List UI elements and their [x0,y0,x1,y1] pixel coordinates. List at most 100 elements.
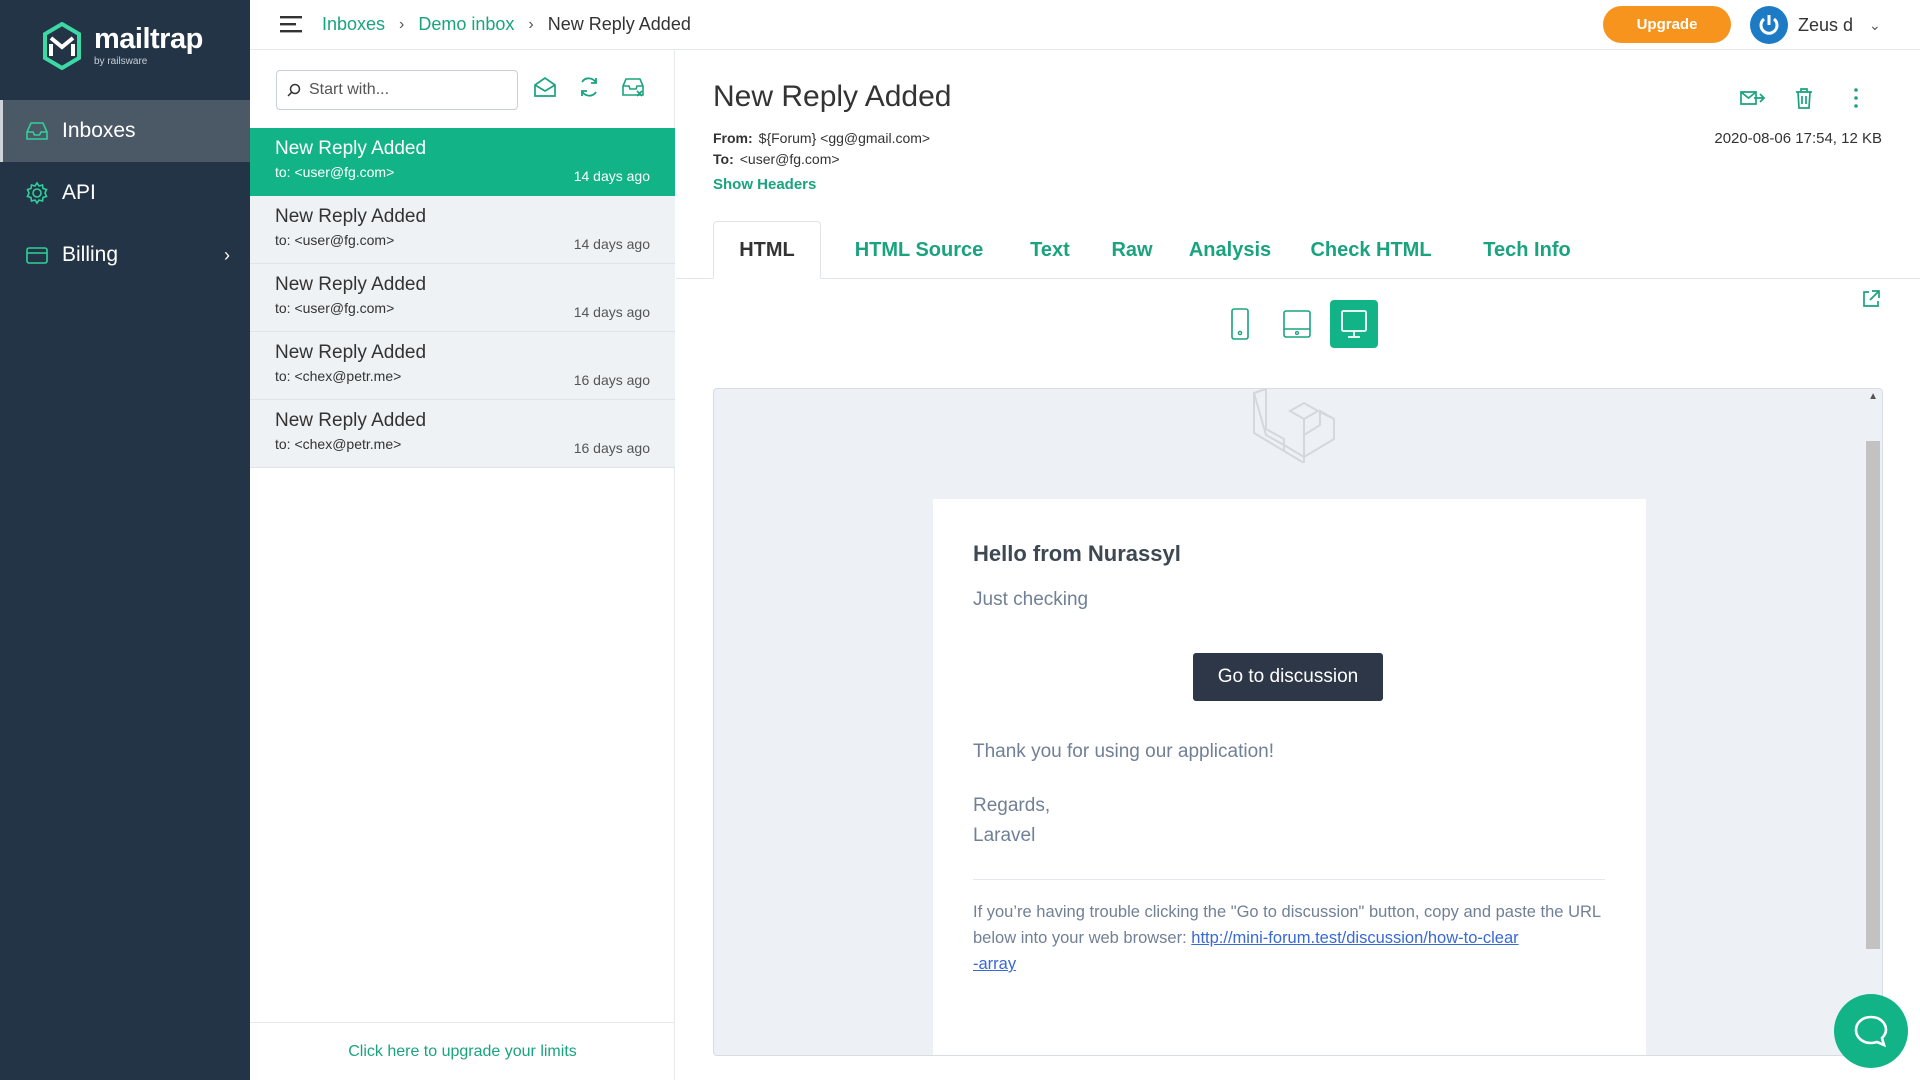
card-icon [26,247,48,264]
list-item[interactable]: New Reply Added to: <chex@petr.me> 16 da… [250,332,675,400]
chat-bubble-icon [1854,1015,1888,1048]
breadcrumb-inboxes[interactable]: Inboxes [322,14,385,35]
desktop-view-button[interactable] [1330,300,1378,348]
tablet-icon [1283,310,1311,338]
phone-icon [1231,308,1249,340]
email-body-card: Hello from Nurassyl Just checking Go to … [933,499,1646,1055]
inbox-icon [26,122,48,140]
email-signoff: Regards, Laravel [973,791,1050,851]
brand-name: mailtrap [94,23,203,55]
email-line: Just checking [973,589,1089,610]
tab-raw[interactable]: Raw [1100,221,1164,279]
to-label: To: [713,151,734,167]
url-part-2: -array [973,955,1017,973]
breadcrumb-separator: › [399,15,405,33]
sidebar-item-api[interactable]: API [0,162,250,224]
tab-analysis[interactable]: Analysis [1180,221,1280,279]
forward-icon[interactable] [1738,84,1766,112]
sidebar-item-label: API [62,181,96,204]
message-subject: New Reply Added [713,80,952,113]
sidebar-item-label: Billing [62,243,119,266]
sidebar: mailtrap by railsware Inboxes API Billin… [0,0,250,1080]
list-toolbar [532,74,646,100]
sidebar-nav: Inboxes API Billing › [0,100,250,286]
top-bar: Inboxes › Demo inbox › New Reply Added U… [250,0,1920,50]
search-box[interactable] [276,70,518,110]
list-item-time: 16 days ago [573,440,650,456]
list-item-time: 14 days ago [573,304,650,320]
chat-button[interactable] [1834,994,1908,1068]
list-item-subject: New Reply Added [275,342,427,363]
list-item-subject: New Reply Added [275,206,427,227]
scroll-up-icon[interactable]: ▲ [1868,391,1878,402]
sidebar-item-billing[interactable]: Billing › [0,224,250,286]
breadcrumb: Inboxes › Demo inbox › New Reply Added [322,14,691,35]
upgrade-button[interactable]: Upgrade [1603,6,1731,43]
preview-scrollbar[interactable]: ▲ [1864,389,1882,1055]
search-input[interactable] [309,81,499,99]
list-item[interactable]: New Reply Added to: <user@fg.com> 14 day… [250,196,675,264]
sidebar-item-inboxes[interactable]: Inboxes [0,100,250,162]
user-name: Zeus d [1798,14,1854,35]
list-item-time: 14 days ago [573,236,650,252]
hamburger-menu-icon[interactable] [280,15,302,33]
breadcrumb-separator: › [528,15,534,33]
monitor-icon [1341,310,1367,338]
message-list-pane: New Reply Added to: <user@fg.com> 14 day… [250,50,675,1080]
list-item[interactable]: New Reply Added to: <chex@petr.me> 16 da… [250,400,675,468]
search-icon [287,83,301,97]
message-list: New Reply Added to: <user@fg.com> 14 day… [250,128,675,468]
list-item[interactable]: New Reply Added to: <user@fg.com> 14 day… [250,264,675,332]
email-trouble-text: If you’re having trouble clicking the "G… [973,899,1605,977]
external-link-icon[interactable] [1860,288,1882,310]
email-signature: Laravel [973,825,1036,846]
divider [973,879,1605,880]
gear-icon [26,181,48,205]
list-item-time: 16 days ago [573,372,650,388]
go-to-discussion-button[interactable]: Go to discussion [1193,653,1383,701]
message-actions [1738,84,1870,112]
list-item-subject: New Reply Added [275,274,427,295]
breadcrumb-demo-inbox[interactable]: Demo inbox [418,14,514,35]
avatar [1750,6,1788,44]
scrollbar-thumb[interactable] [1866,441,1880,949]
tablet-view-button[interactable] [1273,300,1321,348]
email-regards: Regards, [973,795,1051,816]
mobile-view-button[interactable] [1216,300,1264,348]
list-item-time: 14 days ago [573,168,650,184]
from-value: ${Forum} <gg@gmail.com> [758,130,931,146]
user-menu[interactable]: Zeus d ⌄ [1750,6,1881,44]
tab-text[interactable]: Text [1016,221,1084,279]
mailtrap-logo[interactable]: mailtrap by railsware [42,22,203,70]
tab-check-html[interactable]: Check HTML [1296,221,1446,279]
chevron-right-icon: › [224,244,230,265]
email-preview: Hello from Nurassyl Just checking Go to … [713,388,1883,1056]
show-headers-link[interactable]: Show Headers [713,176,816,193]
message-pane: New Reply Added From: ${Forum} <gg@gmail.… [676,50,1920,1080]
tab-html-source[interactable]: HTML Source [838,221,1000,279]
sidebar-item-label: Inboxes [62,119,136,142]
email-greeting: Hello from Nurassyl [973,541,1181,566]
tab-tech-info[interactable]: Tech Info [1462,221,1592,279]
from-label: From: [713,130,753,146]
clear-inbox-icon[interactable] [620,74,646,100]
tab-html[interactable]: HTML [713,221,821,279]
list-item-subject: New Reply Added [275,410,427,431]
refresh-icon[interactable] [576,74,602,100]
email-thanks: Thank you for using our application! [973,741,1275,762]
url-part-1: http://mini-forum.test/discussion/how-to… [1191,929,1519,947]
upgrade-limits-link[interactable]: Click here to upgrade your limits [250,1022,675,1080]
more-vertical-icon[interactable] [1842,84,1870,112]
chevron-down-icon: ⌄ [1869,16,1881,33]
to-value: <user@fg.com> [739,151,840,167]
list-item-subject: New Reply Added [275,138,427,159]
mark-read-icon[interactable] [532,74,558,100]
list-item[interactable]: New Reply Added to: <user@fg.com> 14 day… [250,128,675,196]
brand-sub: by railsware [94,56,148,67]
device-toggle [676,300,1920,350]
breadcrumb-current: New Reply Added [547,14,691,34]
laravel-logo-icon [1252,389,1335,463]
message-date-size: 2020-08-06 17:54, 12 KB [1714,130,1882,147]
mailtrap-logo-icon [43,22,81,70]
trash-icon[interactable] [1790,84,1818,112]
